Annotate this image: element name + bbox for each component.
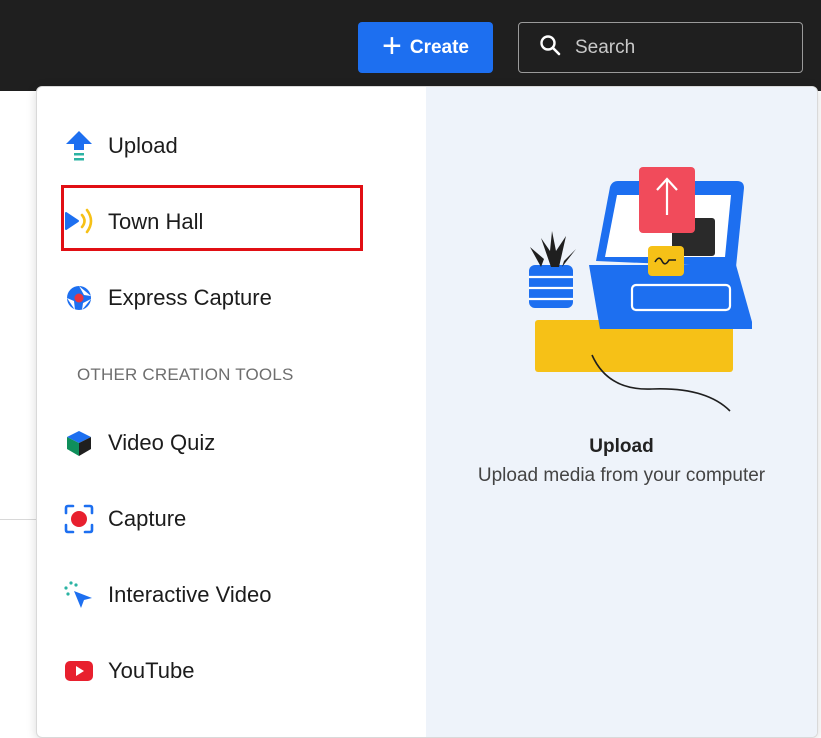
section-label-other-tools: OTHER CREATION TOOLS: [77, 365, 294, 384]
capture-record-icon: [61, 501, 97, 537]
menu-item-label: Upload: [108, 133, 178, 158]
preview-description: Upload media from your computer: [477, 465, 766, 486]
upload-arrow-icon: [61, 128, 97, 164]
menu-item-town-hall[interactable]: Town Hall: [61, 194, 381, 250]
create-dropdown-menu: Upload Town Hall Express Capture OTHER C…: [36, 86, 818, 738]
menu-item-upload[interactable]: Upload: [61, 118, 381, 174]
search-input[interactable]: [573, 35, 777, 60]
menu-item-video-quiz[interactable]: Video Quiz: [61, 415, 381, 471]
interactive-video-cursor-icon: [61, 577, 97, 613]
video-quiz-cube-icon: [61, 425, 97, 461]
menu-item-interactive-video[interactable]: Interactive Video: [61, 567, 381, 623]
plus-icon: +: [381, 27, 402, 65]
menu-item-youtube[interactable]: YouTube: [61, 643, 381, 699]
preview-panel: Upload Upload media from your computer: [426, 87, 817, 737]
create-button[interactable]: + Create: [358, 22, 493, 73]
upload-illustration: [529, 167, 752, 412]
menu-item-label: Capture: [108, 506, 187, 531]
menu-item-label: YouTube: [108, 658, 195, 683]
express-capture-icon: [61, 280, 97, 316]
top-bar: + Create: [0, 0, 821, 91]
menu-item-capture[interactable]: Capture: [61, 491, 381, 547]
search-icon: [539, 34, 561, 62]
menu-item-express-capture[interactable]: Express Capture: [61, 270, 381, 326]
menu-item-label: Town Hall: [108, 209, 204, 234]
town-hall-broadcast-icon: [61, 204, 97, 240]
youtube-icon: [61, 653, 97, 689]
menu-item-label: Video Quiz: [108, 430, 216, 455]
background-divider: [0, 519, 40, 520]
create-button-label: Create: [409, 36, 469, 58]
menu-item-label: Express Capture: [108, 285, 272, 310]
menu-item-label: Interactive Video: [108, 582, 272, 607]
preview-title: Upload: [589, 436, 654, 457]
search-box[interactable]: [518, 22, 803, 73]
creation-options-list: Upload Town Hall Express Capture OTHER C…: [37, 87, 426, 737]
